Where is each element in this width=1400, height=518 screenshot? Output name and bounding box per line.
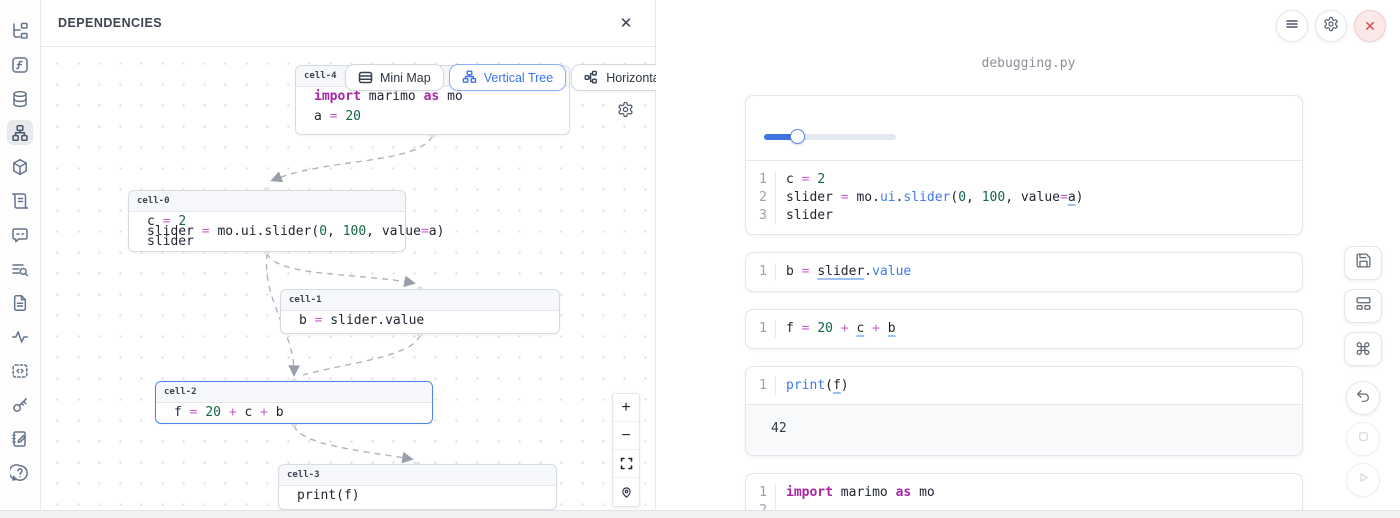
- slider-thumb[interactable]: [790, 129, 805, 144]
- graph-node-code: f = 20 + c + b: [156, 403, 432, 422]
- marimo-app: DEPENDENCIES ✕: [0, 0, 1400, 518]
- slider-widget[interactable]: [764, 134, 896, 140]
- graph-node-title: cell-0: [129, 191, 405, 212]
- code-editor[interactable]: 1b = slider.value: [746, 253, 1302, 290]
- file-explorer-icon[interactable]: [7, 18, 33, 43]
- graph-node-title: cell-1: [281, 290, 559, 311]
- function-icon[interactable]: [7, 52, 33, 77]
- vertical-tree-icon: [462, 70, 477, 85]
- logs-icon[interactable]: [7, 290, 33, 315]
- graph-node-code: b = slider.value: [281, 311, 559, 330]
- dependency-graph-canvas[interactable]: cell-4 import marimo as mo a = 20 cell-0…: [41, 47, 656, 510]
- help-icon[interactable]: [7, 460, 33, 485]
- save-icon: [1355, 252, 1372, 274]
- horizontal-tree-icon: [584, 70, 599, 85]
- scratchpad-icon[interactable]: [7, 426, 33, 451]
- bottom-status-bar: [0, 510, 1400, 518]
- graph-node-title: cell-3: [279, 465, 556, 486]
- graph-node-cell-0[interactable]: cell-0 c = 2slider = mo.ui.slider(0, 100…: [128, 190, 406, 252]
- gear-icon: [1323, 16, 1339, 37]
- notebook-cell-slider: 1c = 22slider = mo.ui.slider(0, 100, val…: [745, 95, 1303, 235]
- graph-node-cell-1[interactable]: cell-1 b = slider.value: [280, 289, 560, 334]
- horizontal-tree-label: Horizontal Tree: [606, 71, 656, 85]
- notebook-area: debugging.py ✕ 1c = 22slider = mo.ui.sli…: [657, 0, 1400, 510]
- cell-console-output: 42: [746, 404, 1302, 454]
- graph-node-cell-2[interactable]: cell-2 f = 20 + c + b: [155, 381, 433, 424]
- graph-node-code: print(f): [279, 486, 556, 505]
- fit-view-button[interactable]: [613, 450, 639, 478]
- datasources-icon[interactable]: [7, 86, 33, 111]
- play-icon: [1356, 470, 1371, 490]
- zoom-out-button[interactable]: −: [613, 422, 639, 450]
- graph-node-title: cell-2: [156, 382, 432, 403]
- notebook-cell-print: 1print(f) 42: [745, 366, 1303, 456]
- variable-explorer-icon[interactable]: [7, 256, 33, 281]
- vertical-tree-button[interactable]: Vertical Tree: [449, 64, 566, 91]
- layout-button[interactable]: [1344, 289, 1382, 323]
- documentation-icon[interactable]: [7, 188, 33, 213]
- minimap-button[interactable]: Mini Map: [345, 64, 444, 91]
- chat-icon[interactable]: [7, 222, 33, 247]
- shutdown-icon: ✕: [1364, 18, 1376, 35]
- notebook-filename: debugging.py: [657, 56, 1400, 71]
- code-editor[interactable]: 1f = 20 + c + b: [746, 310, 1302, 347]
- menu-icon: [1285, 17, 1299, 36]
- save-button[interactable]: [1344, 246, 1382, 280]
- undo-button[interactable]: [1346, 381, 1380, 415]
- stop-icon: [1356, 429, 1371, 449]
- dependencies-panel: DEPENDENCIES ✕: [41, 0, 656, 510]
- layout-icon: [1355, 295, 1372, 317]
- run-button[interactable]: [1346, 463, 1380, 497]
- dependency-graph-icon[interactable]: [7, 120, 33, 145]
- notebook-settings-button[interactable]: [1315, 10, 1347, 42]
- code-editor[interactable]: 1c = 22slider = mo.ui.slider(0, 100, val…: [746, 161, 1302, 234]
- dependencies-panel-header: DEPENDENCIES ✕: [41, 0, 655, 47]
- notebook-cell-f: 1f = 20 + c + b: [745, 309, 1303, 349]
- secrets-icon[interactable]: [7, 392, 33, 417]
- close-icon[interactable]: ✕: [616, 13, 636, 33]
- tracing-icon[interactable]: [7, 324, 33, 349]
- cell-output-area: [746, 96, 1302, 161]
- notebook-menu-button[interactable]: [1276, 10, 1308, 42]
- minimap-label: Mini Map: [380, 71, 431, 85]
- graph-node-code: import marimo as mo a = 20: [296, 87, 569, 126]
- graph-view-toolbar: Mini Map Vertical Tree Horizontal Tree: [345, 64, 656, 91]
- center-selection-button[interactable]: [613, 478, 639, 506]
- notebook-cell-b: 1b = slider.value: [745, 252, 1303, 292]
- command-icon: ⌘: [1355, 341, 1372, 358]
- vertical-tree-label: Vertical Tree: [484, 71, 553, 85]
- snippets-icon[interactable]: [7, 358, 33, 383]
- keyboard-shortcuts-button[interactable]: ⌘: [1344, 332, 1382, 366]
- graph-settings-gear-icon[interactable]: [617, 101, 634, 123]
- stop-button[interactable]: [1346, 422, 1380, 456]
- code-editor[interactable]: 1print(f): [746, 367, 1302, 404]
- graph-zoom-controls: + −: [612, 393, 640, 507]
- minimap-icon: [358, 70, 373, 85]
- notebook-top-buttons: ✕: [1276, 10, 1386, 42]
- horizontal-tree-button[interactable]: Horizontal Tree: [571, 64, 656, 91]
- graph-node-code: c = 2slider = mo.ui.slider(0, 100, value…: [129, 212, 405, 251]
- zoom-in-button[interactable]: +: [613, 394, 639, 422]
- left-icon-rail: [0, 0, 41, 510]
- undo-icon: [1355, 388, 1371, 409]
- graph-node-cell-3[interactable]: cell-3 print(f): [278, 464, 557, 510]
- packages-icon[interactable]: [7, 154, 33, 179]
- dependencies-panel-title: DEPENDENCIES: [58, 16, 162, 30]
- shutdown-button[interactable]: ✕: [1354, 10, 1386, 42]
